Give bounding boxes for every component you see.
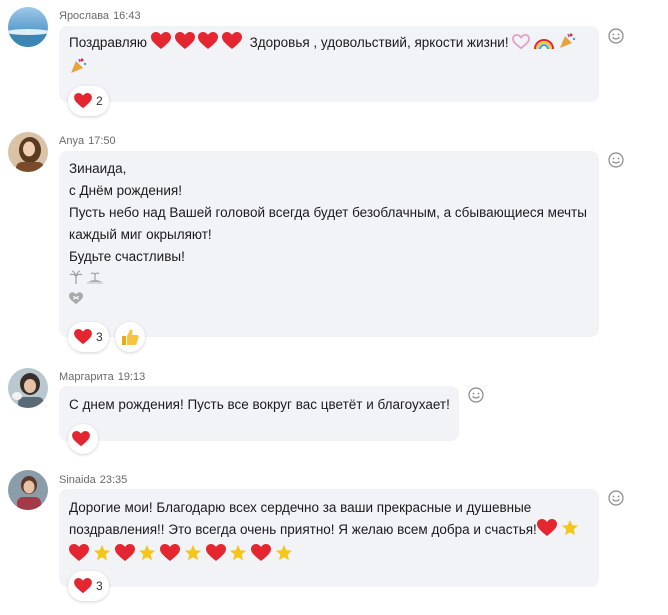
palm-tree-icon	[69, 270, 83, 289]
heart-icon	[222, 32, 243, 57]
message-text-part: Поздравляю	[69, 35, 148, 50]
message-bubble: С днем рождения! Пусть все вокруг вас цв…	[59, 386, 459, 441]
message-meta: Anya 17:50	[59, 135, 116, 147]
message-bubble: Поздравляю Здоровья , удовольствий, ярко…	[59, 26, 599, 102]
star-icon	[138, 544, 156, 569]
message-text: Поздравляю Здоровья , удовольствий, ярко…	[69, 32, 589, 57]
heart-icon	[205, 544, 226, 569]
message-line: Зинаида,	[69, 161, 127, 176]
reaction-heart-button[interactable]: 3	[68, 322, 109, 352]
reactions-bar: 3	[68, 322, 145, 352]
heart-icon	[69, 544, 89, 569]
message-line: Дорогие мои! Благодарю всех сердечно за …	[69, 500, 532, 515]
message-line-text: поздравления!! Это всегда очень приятно!…	[69, 522, 537, 537]
star-icon	[93, 544, 111, 569]
heart-icon	[251, 544, 272, 569]
timestamp: 17:50	[88, 135, 116, 147]
message-line: каждый миг окрыляют!	[69, 227, 212, 242]
avatar[interactable]	[8, 470, 48, 510]
message-text-continued	[69, 57, 589, 82]
avatar[interactable]	[8, 132, 48, 172]
star-icon	[229, 544, 247, 569]
party-popper-icon	[69, 57, 87, 82]
message-line: Пусть небо над Вашей головой всегда буде…	[69, 205, 587, 220]
timestamp: 23:35	[99, 474, 128, 486]
star-icon	[275, 544, 293, 569]
emoji-line	[69, 544, 589, 569]
heart-icon	[74, 329, 92, 345]
reaction-heart-button[interactable]: 3	[68, 571, 109, 601]
author-name[interactable]: Ярослава	[59, 10, 109, 22]
author-name[interactable]: Маргарита	[59, 371, 114, 383]
avatar[interactable]	[8, 7, 48, 47]
avatar[interactable]	[8, 368, 48, 408]
emoji-line	[69, 289, 589, 310]
message-bubble: Зинаида, с Днём рождения! Пусть небо над…	[59, 151, 599, 337]
smile-add-icon[interactable]	[467, 386, 485, 404]
reaction-count: 2	[96, 94, 103, 108]
message-meta: Ярослава 16:43	[59, 10, 141, 22]
heart-icon	[536, 519, 557, 544]
rainbow-icon	[534, 35, 555, 57]
star-icon	[561, 519, 579, 544]
emoji-line	[69, 268, 589, 289]
author-name[interactable]: Sinaida	[59, 474, 96, 486]
heart-decor-icon	[69, 292, 83, 310]
reaction-count: 3	[96, 579, 103, 593]
reaction-heart-button[interactable]: 2	[68, 86, 109, 116]
message-text: С днем рождения! Пусть все вокруг вас цв…	[69, 397, 450, 412]
message-line: с Днём рождения!	[69, 183, 182, 198]
heart-icon	[160, 544, 181, 569]
message-line: Будьте счастливы!	[69, 249, 185, 264]
message-text-part: Здоровья , удовольствий, яркости жизни!	[249, 35, 509, 50]
smile-add-icon[interactable]	[607, 27, 625, 45]
message-bubble: Дорогие мои! Благодарю всех сердечно за …	[59, 489, 599, 587]
reaction-heart-button[interactable]	[68, 424, 98, 454]
heart-icon	[72, 431, 90, 447]
message-1: Ярослава 16:43 Поздравляю Здоровья , удов…	[0, 0, 668, 116]
heart-icon	[150, 32, 171, 57]
heart-icon	[174, 32, 195, 57]
party-popper-icon	[558, 32, 576, 57]
reaction-thumbs-up-button[interactable]	[114, 322, 145, 352]
thumbs-up-icon	[120, 327, 140, 347]
reactions-bar: 2	[68, 86, 109, 116]
reaction-count: 3	[96, 330, 103, 344]
message-meta: Sinaida 23:35	[59, 474, 127, 486]
message-line: поздравления!! Это всегда очень приятно!…	[69, 519, 589, 544]
message-meta: Маргарита 19:13	[59, 371, 145, 383]
smile-add-icon[interactable]	[607, 151, 625, 169]
reactions-bar: 3	[68, 571, 109, 601]
island-icon	[86, 270, 103, 289]
heart-icon	[74, 93, 92, 109]
heart-icon	[114, 544, 135, 569]
smile-add-icon[interactable]	[607, 489, 625, 507]
heart-icon	[74, 578, 92, 594]
heart-icon	[198, 32, 219, 57]
timestamp: 16:43	[113, 10, 141, 22]
star-icon	[184, 544, 202, 569]
author-name[interactable]: Anya	[59, 135, 84, 147]
timestamp: 19:13	[117, 371, 146, 383]
heart-outline-icon	[512, 33, 531, 57]
reactions-bar	[68, 424, 98, 454]
